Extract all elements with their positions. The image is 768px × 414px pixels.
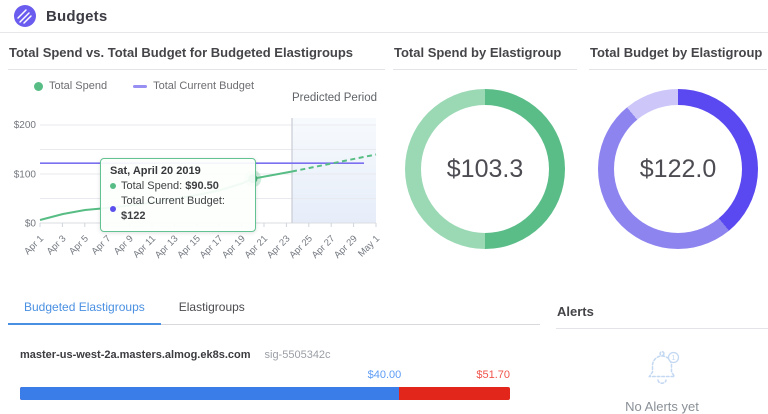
svg-text:Apr 1: Apr 1: [22, 233, 46, 257]
svg-text:Apr 3: Apr 3: [45, 233, 69, 257]
total-spend-donut-title: Total Spend by Elastigroup: [393, 33, 577, 70]
elastigroup-row[interactable]: master-us-west-2a.masters.almog.ek8s.com…: [8, 325, 540, 400]
total-spend-donut[interactable]: $103.3: [405, 89, 565, 249]
predicted-region: [292, 118, 376, 223]
total-spend-donut-section: Total Spend by Elastigroup $103.3: [393, 33, 577, 256]
svg-text:Apr 29: Apr 29: [332, 233, 360, 261]
no-alerts-text: No Alerts yet: [625, 399, 699, 414]
svg-text:Apr 25: Apr 25: [287, 233, 315, 261]
svg-text:Apr 17: Apr 17: [198, 233, 226, 261]
svg-text:Apr 7: Apr 7: [89, 233, 113, 257]
svg-text:Apr 23: Apr 23: [265, 233, 293, 261]
elastigroup-name: master-us-west-2a.masters.almog.ek8s.com: [20, 349, 251, 361]
budget-bullet-icon: [110, 206, 116, 212]
legend-total-current-budget[interactable]: Total Current Budget: [133, 80, 254, 92]
svg-text:$100: $100: [14, 170, 37, 181]
budget-bar-labels: $40.00 $51.70: [20, 369, 510, 385]
total-budget-donut-section: Total Budget by Elastigroup $122.0: [589, 33, 767, 256]
svg-text:Apr 13: Apr 13: [153, 233, 181, 261]
svg-text:Apr 11: Apr 11: [131, 233, 158, 260]
chart-legend: Total Spend Total Current Budget: [34, 80, 385, 92]
budget-bar[interactable]: [20, 387, 510, 400]
bell-icon: 1: [639, 345, 685, 391]
tab-elastigroups[interactable]: Elastigroups: [163, 292, 261, 325]
spend-vs-budget-section: Total Spend vs. Total Budget for Budgete…: [8, 33, 385, 266]
budget-bar-fill: [20, 387, 399, 400]
spend-chart-plot[interactable]: $200 $100 $0 Apr 1 Apr 3 Apr 5 Apr 7 Apr…: [8, 98, 385, 266]
elastigroups-tabs: Budgeted Elastigroups Elastigroups: [8, 292, 540, 325]
spotinst-logo-icon[interactable]: [14, 5, 36, 27]
spend-chart-title: Total Spend vs. Total Budget for Budgete…: [8, 33, 385, 70]
svg-text:$0: $0: [25, 219, 37, 230]
alerts-title: Alerts: [556, 292, 768, 329]
tooltip-spend-row: Total Spend: $90.50: [110, 179, 246, 194]
tooltip-date: Sat, April 20 2019: [110, 165, 246, 177]
alerts-section: Alerts 1 No Alerts yet: [556, 292, 768, 414]
svg-text:Apr 27: Apr 27: [310, 233, 338, 261]
page-title: Budgets: [46, 8, 107, 25]
svg-text:May 1: May 1: [356, 233, 382, 259]
app-header: Budgets: [0, 0, 768, 33]
total-spend-value: $103.3: [405, 89, 565, 249]
svg-text:$200: $200: [14, 120, 37, 131]
svg-text:1: 1: [671, 353, 675, 362]
total-budget-donut-title: Total Budget by Elastigroup: [589, 33, 767, 70]
spend-bullet-icon: [110, 183, 116, 189]
legend-line-icon: [133, 85, 147, 88]
svg-text:Apr 19: Apr 19: [220, 233, 248, 261]
budget-amount-label: $40.00: [368, 369, 402, 381]
elastigroup-sig: sig-5505342c: [265, 349, 331, 361]
legend-total-spend[interactable]: Total Spend: [34, 80, 107, 92]
svg-text:Apr 5: Apr 5: [67, 233, 91, 257]
tooltip-budget-row: Total Current Budget: $122: [110, 194, 246, 224]
svg-text:Apr 21: Apr 21: [243, 233, 271, 261]
svg-text:Apr 15: Apr 15: [175, 233, 203, 261]
chart-tooltip: Sat, April 20 2019 Total Spend: $90.50 T…: [100, 158, 256, 232]
total-budget-value: $122.0: [598, 89, 758, 249]
total-budget-donut[interactable]: $122.0: [598, 89, 758, 249]
tab-budgeted-elastigroups[interactable]: Budgeted Elastigroups: [8, 292, 161, 325]
legend-dot-icon: [34, 82, 43, 91]
elastigroups-section: Budgeted Elastigroups Elastigroups maste…: [8, 292, 540, 400]
spend-amount-label: $51.70: [476, 369, 510, 381]
